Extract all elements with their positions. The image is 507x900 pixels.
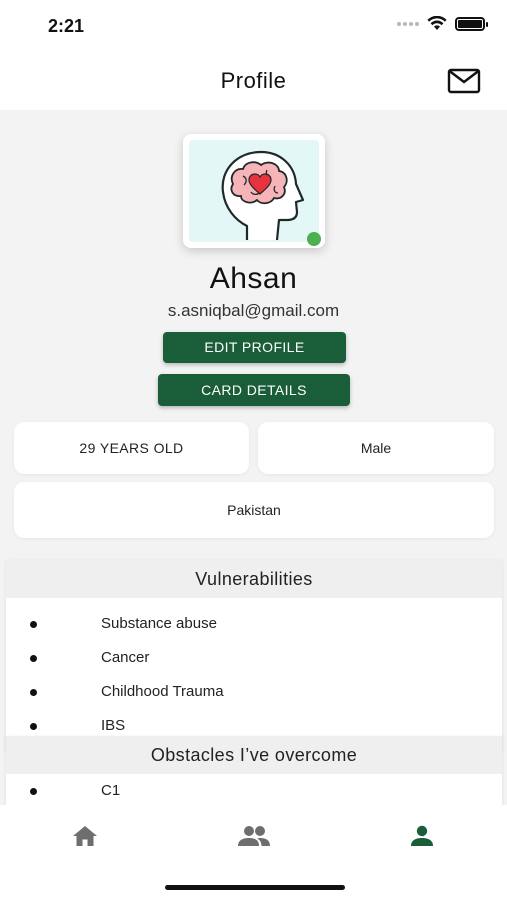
mail-icon[interactable] (447, 68, 481, 94)
status-time: 2:21 (48, 16, 85, 36)
avatar[interactable] (183, 134, 325, 248)
age-card: 29 YEARS OLD (14, 422, 249, 474)
bullet-icon (30, 621, 37, 628)
obstacles-header: Obstacles I’ve overcome (6, 736, 502, 774)
vulnerability-label: IBS (101, 717, 126, 734)
list-item: Substance abuse (6, 607, 502, 641)
tab-community[interactable] (234, 821, 274, 851)
vulnerabilities-header: Vulnerabilities (6, 560, 502, 598)
person-icon (411, 825, 433, 846)
edit-profile-button[interactable]: EDIT PROFILE (163, 332, 346, 363)
wifi-icon (427, 16, 447, 30)
bullet-icon (30, 689, 37, 696)
list-item: Cancer (6, 641, 502, 675)
tab-home[interactable] (65, 821, 105, 851)
vulnerability-label: Childhood Trauma (101, 683, 224, 700)
online-status-dot (307, 232, 321, 246)
people-icon (238, 826, 270, 846)
tab-bar (0, 805, 507, 900)
vulnerability-label: Cancer (101, 649, 150, 666)
status-icons (397, 16, 488, 31)
user-name: Ahsan (209, 262, 298, 295)
bullet-icon (30, 723, 37, 730)
tab-profile[interactable] (402, 821, 442, 851)
country-card: Pakistan (14, 482, 494, 538)
brain-heart-icon (221, 150, 305, 241)
nav-bar: Profile (0, 52, 507, 110)
bullet-icon (30, 655, 37, 662)
obstacle-label: C1 (101, 782, 121, 799)
signal-dots-icon (397, 21, 419, 26)
battery-icon (455, 16, 488, 31)
home-icon (73, 826, 97, 846)
profile-content[interactable]: Ahsan s.asniqbal@gmail.com EDIT PROFILE … (0, 110, 507, 805)
card-details-button[interactable]: CARD DETAILS (158, 374, 350, 406)
bullet-icon (30, 788, 37, 795)
status-bar: 2:21 (0, 0, 507, 52)
list-item: C1 (6, 774, 502, 805)
vulnerability-label: Substance abuse (101, 615, 217, 632)
gender-card: Male (258, 422, 494, 474)
user-email: s.asniqbal@gmail.com (167, 301, 340, 320)
page-title: Profile (220, 68, 287, 93)
obstacles-section: Obstacles I’ve overcome C1 (6, 736, 502, 805)
vulnerabilities-section: Vulnerabilities Substance abuse Cancer C… (6, 560, 502, 750)
home-indicator[interactable] (165, 885, 345, 890)
list-item: Childhood Trauma (6, 675, 502, 709)
